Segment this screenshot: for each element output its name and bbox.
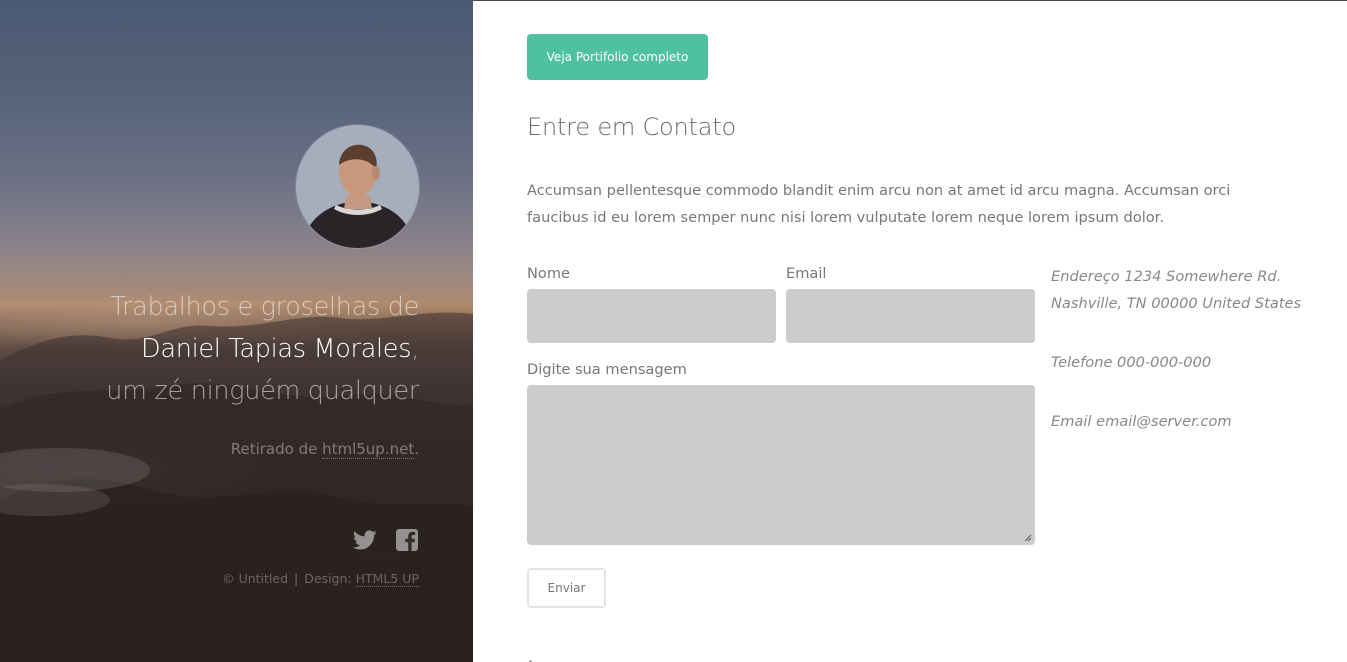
name-label: Nome <box>527 265 571 282</box>
sidebar: Trabalhos e groselhas de Daniel Tapias M… <box>0 0 473 662</box>
contact-title: Entre em Contato <box>527 113 736 141</box>
profile-avatar <box>296 125 419 248</box>
address-line-2: Nashville, TN 00000 United States <box>1051 295 1302 312</box>
email-input[interactable] <box>786 289 1035 343</box>
main-content: Veja Portifolio completo Entre em Contat… <box>473 0 1347 662</box>
email-text: Email email@server.com <box>1051 413 1232 430</box>
resize-grip-icon[interactable] <box>1024 534 1032 542</box>
intro-line-3: um zé ninguém qualquer <box>106 376 419 406</box>
message-label: Digite sua mensagem <box>527 361 687 378</box>
footer-separator: | <box>294 571 299 586</box>
facebook-icon[interactable] <box>395 528 419 552</box>
credit-link[interactable]: html5up.net <box>322 440 415 459</box>
twitter-icon[interactable] <box>353 528 377 552</box>
credit-suffix: . <box>414 440 419 458</box>
send-button[interactable]: Enviar <box>527 568 606 608</box>
intro-line-2: Daniel Tapias Morales, <box>19 328 419 370</box>
copyright-text: © Untitled <box>222 571 289 586</box>
email-label: Email <box>786 265 827 282</box>
design-prefix: Design: <box>304 571 356 586</box>
credit-text: Retirado de html5up.net. <box>230 440 419 459</box>
sidebar-footer: © Untitled | Design: HTML5 UP <box>222 571 419 587</box>
next-section-heading-partial: · <box>527 653 541 662</box>
view-portfolio-button[interactable]: Veja Portifolio completo <box>527 34 708 80</box>
owner-name: Daniel Tapias Morales <box>141 334 412 364</box>
name-input[interactable] <box>527 289 776 343</box>
address-line-1: Endereço 1234 Somewhere Rd. <box>1051 268 1282 285</box>
credit-prefix: Retirado de <box>230 440 323 458</box>
intro-comma: , <box>411 334 419 364</box>
phone-text: Telefone 000-000-000 <box>1051 354 1212 371</box>
intro-headline: Trabalhos e groselhas de Daniel Tapias M… <box>19 286 419 412</box>
social-links <box>353 528 419 552</box>
design-link[interactable]: HTML5 UP <box>355 571 419 587</box>
message-textarea[interactable] <box>527 385 1035 545</box>
intro-line-1: Trabalhos e groselhas de <box>110 292 419 322</box>
contact-info: Endereço 1234 Somewhere Rd. Nashville, T… <box>1051 263 1331 435</box>
contact-description: Accumsan pellentesque commodo blandit en… <box>527 182 1231 226</box>
